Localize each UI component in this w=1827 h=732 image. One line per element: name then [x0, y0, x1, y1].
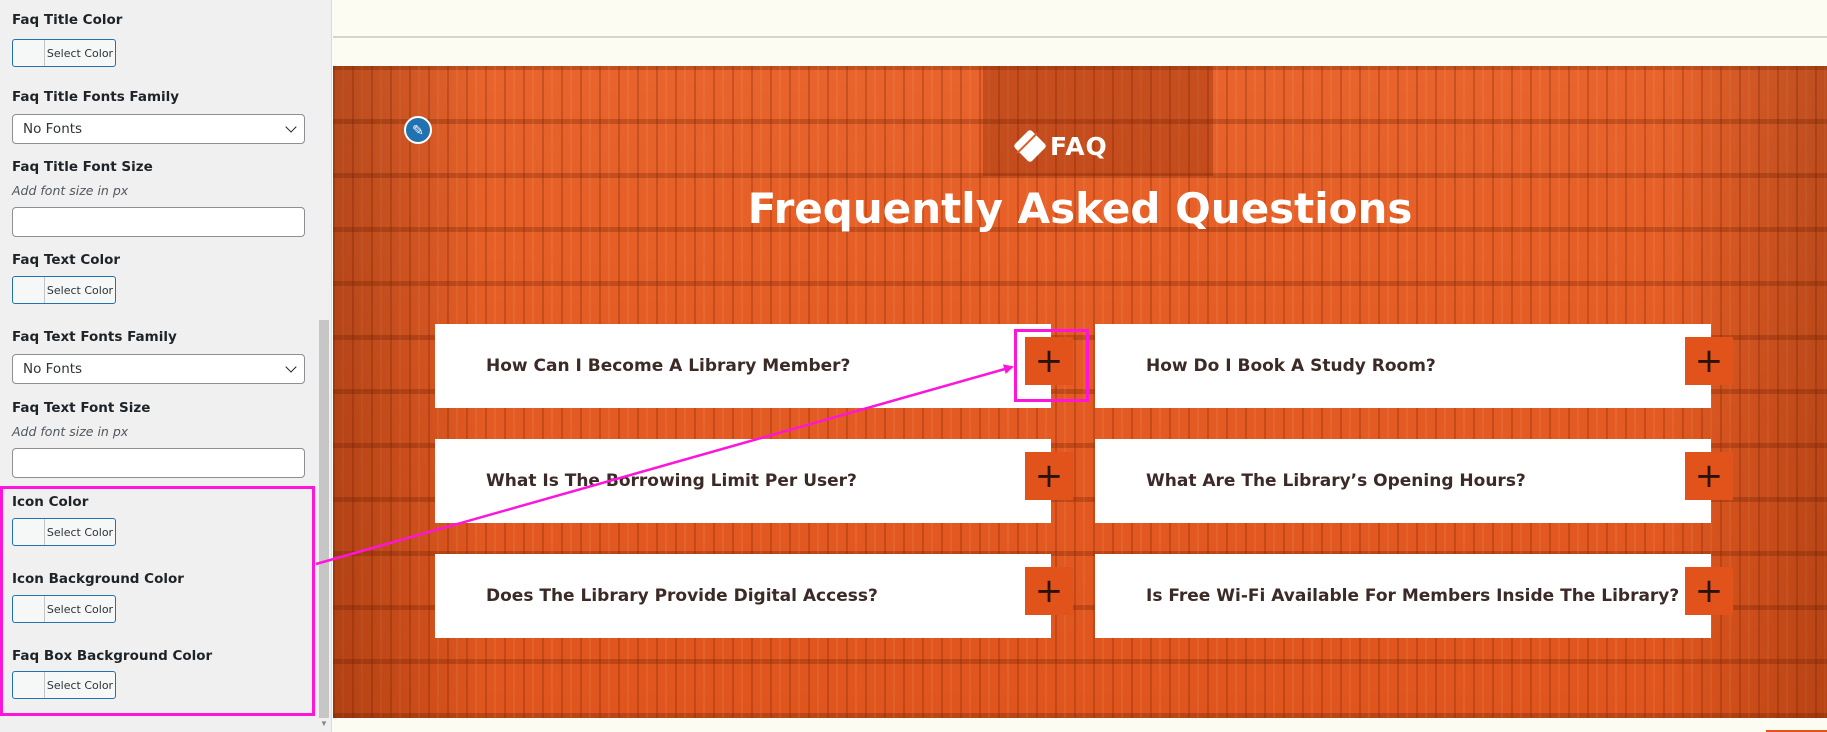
faq-title-fonts-family-select[interactable]: No Fonts	[12, 114, 305, 144]
faq-item[interactable]: How Do I Book A Study Room?	[1095, 324, 1711, 408]
chevron-down-icon	[285, 361, 297, 373]
field-hint: Add font size in px	[12, 183, 129, 198]
plus-icon: +	[1034, 456, 1064, 496]
faq-toggle-button[interactable]: +	[1685, 452, 1733, 500]
sidebar-scrollbar[interactable]	[319, 320, 329, 718]
faq-text-font-size-field: Faq Text Font Size Add font size in px	[12, 400, 305, 478]
button-label: Select Color	[46, 46, 114, 60]
button-label: Select Color	[46, 283, 114, 297]
select-value: No Fonts	[23, 361, 83, 377]
plus-icon: +	[1694, 456, 1724, 496]
customizer-sidebar: Faq Title Color Select Color Faq Title F…	[0, 0, 332, 732]
faq-text-fonts-family-select[interactable]: No Fonts	[12, 354, 305, 384]
faq-item[interactable]: Is Free Wi-Fi Available For Members Insi…	[1095, 554, 1711, 638]
diamond-book-icon	[1013, 129, 1047, 163]
scroll-down-arrow-icon[interactable]: ▼	[319, 719, 329, 729]
faq-toggle-button[interactable]: +	[1685, 567, 1733, 615]
faq-title-fonts-family-field: Faq Title Fonts Family No Fonts	[12, 89, 305, 144]
faq-item[interactable]: What Is The Borrowing Limit Per User?	[435, 439, 1051, 523]
plus-icon: +	[1694, 341, 1724, 381]
field-label: Faq Text Fonts Family	[12, 329, 177, 345]
faq-question: How Do I Book A Study Room?	[1146, 356, 1436, 376]
faq-item[interactable]: What Are The Library’s Opening Hours?	[1095, 439, 1711, 523]
plus-icon: +	[1694, 571, 1724, 611]
preview-header-strip	[333, 0, 1827, 38]
faq-toggle-button[interactable]: +	[1025, 567, 1073, 615]
color-swatch	[13, 40, 45, 66]
faq-question: Does The Library Provide Digital Access?	[486, 586, 878, 606]
field-label: Faq Title Fonts Family	[12, 89, 180, 105]
pencil-icon[interactable]: ✎	[404, 116, 432, 144]
faq-text-fonts-family-field: Faq Text Fonts Family No Fonts	[12, 329, 305, 384]
faq-title-color-field: Faq Title Color Select Color	[12, 12, 123, 67]
highlight-box-icon-settings	[0, 486, 315, 716]
faq-title-color-button[interactable]: Select Color	[12, 39, 116, 67]
faq-title-font-size-field: Faq Title Font Size Add font size in px	[12, 159, 305, 237]
faq-toggle-button[interactable]: +	[1025, 452, 1073, 500]
faq-question: Is Free Wi-Fi Available For Members Insi…	[1146, 586, 1680, 606]
field-label: Faq Text Color	[12, 252, 121, 268]
field-label: Faq Text Font Size	[12, 400, 151, 416]
faq-toggle-button[interactable]: +	[1685, 337, 1733, 385]
faq-item[interactable]: How Can I Become A Library Member?	[435, 324, 1051, 408]
select-value: No Fonts	[23, 121, 83, 137]
highlight-box-plus-icon	[1014, 329, 1089, 402]
plus-icon: +	[1034, 571, 1064, 611]
faq-title-font-size-input[interactable]	[12, 207, 305, 237]
faq-text-font-size-input[interactable]	[12, 448, 305, 478]
faq-item[interactable]: Does The Library Provide Digital Access?	[435, 554, 1051, 638]
field-label: Faq Title Font Size	[12, 159, 153, 175]
field-label: Faq Title Color	[12, 12, 123, 28]
faq-heading: Frequently Asked Questions	[747, 184, 1413, 233]
faq-question: What Is The Borrowing Limit Per User?	[486, 471, 857, 491]
faq-text-color-button[interactable]: Select Color	[12, 276, 116, 304]
color-swatch	[13, 277, 45, 303]
faq-question: How Can I Become A Library Member?	[486, 356, 851, 376]
faq-kicker: FAQ	[1013, 126, 1108, 166]
field-hint: Add font size in px	[12, 424, 129, 439]
faq-text-color-field: Faq Text Color Select Color	[12, 252, 121, 304]
faq-kicker-label: FAQ	[1050, 131, 1108, 161]
faq-question: What Are The Library’s Opening Hours?	[1146, 471, 1526, 491]
preview-footer-strip	[333, 718, 1827, 732]
chevron-down-icon	[285, 121, 297, 133]
